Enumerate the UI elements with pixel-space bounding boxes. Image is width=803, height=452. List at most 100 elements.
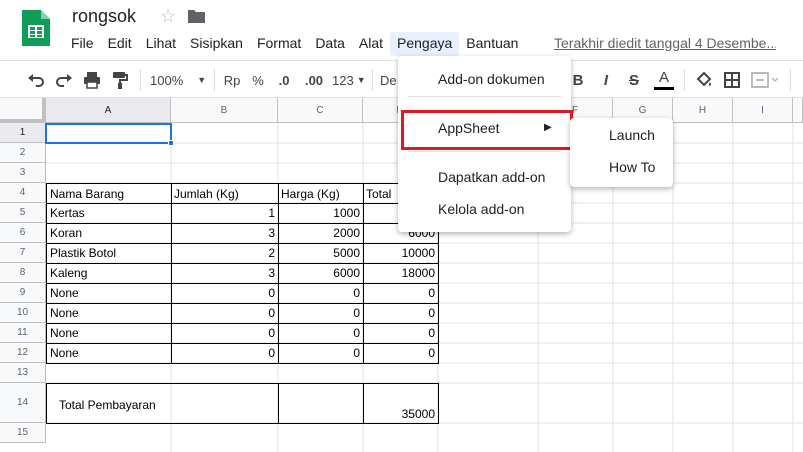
row-header-13[interactable]: 13 bbox=[0, 363, 46, 383]
folder-icon[interactable] bbox=[188, 9, 205, 23]
row-header-2[interactable]: 2 bbox=[0, 143, 46, 163]
highlight-box bbox=[401, 110, 573, 150]
table-cell[interactable]: 1000 bbox=[278, 203, 364, 224]
redo-icon[interactable] bbox=[54, 70, 74, 90]
font-select[interactable]: De bbox=[380, 70, 398, 90]
star-icon[interactable]: ☆ bbox=[160, 6, 176, 27]
percent-format-button[interactable]: % bbox=[250, 70, 266, 90]
table-cell[interactable]: 0 bbox=[171, 323, 279, 344]
menu-file[interactable]: File bbox=[64, 32, 101, 56]
row-header-14[interactable]: 14 bbox=[0, 383, 46, 423]
row-header-9[interactable]: 9 bbox=[0, 283, 46, 303]
table-cell[interactable]: 0 bbox=[278, 323, 364, 344]
menu-item-manage-addons[interactable]: Kelola add-on bbox=[438, 201, 524, 217]
table-cell[interactable]: 3 bbox=[171, 263, 279, 284]
last-edit-link[interactable]: Terakhir diedit tanggal 4 Desembe... bbox=[554, 35, 776, 51]
menu-data[interactable]: Data bbox=[308, 32, 352, 56]
fill-color-icon[interactable] bbox=[694, 70, 714, 90]
table-cell[interactable]: None bbox=[46, 323, 172, 344]
menu-edit[interactable]: Edit bbox=[101, 32, 139, 56]
table-cell[interactable]: 0 bbox=[363, 283, 439, 304]
select-all-corner[interactable] bbox=[0, 98, 46, 123]
row-header-15[interactable]: 15 bbox=[0, 423, 46, 443]
zoom-select[interactable]: 100% ▼ bbox=[150, 70, 206, 90]
table-cell[interactable]: 0 bbox=[171, 303, 279, 324]
table-cell[interactable]: 0 bbox=[363, 303, 439, 324]
table-header-cell[interactable]: Harga (Kg) bbox=[278, 183, 364, 204]
merge-cells-icon[interactable] bbox=[750, 70, 780, 90]
table-cell[interactable]: 0 bbox=[278, 343, 364, 364]
menu-view[interactable]: Lihat bbox=[139, 32, 183, 56]
total-label-cell[interactable]: Total Pembayaran bbox=[46, 383, 279, 424]
menu-item-addon-documents[interactable]: Add-on dokumen bbox=[438, 71, 545, 87]
google-sheets-icon[interactable] bbox=[20, 8, 52, 48]
row-header-8[interactable]: 8 bbox=[0, 263, 46, 283]
text-color-button[interactable]: A bbox=[652, 70, 676, 90]
table-cell[interactable]: 10000 bbox=[363, 243, 439, 264]
table-cell[interactable]: 0 bbox=[171, 343, 279, 364]
menu-help[interactable]: Bantuan bbox=[459, 32, 525, 56]
row-header-12[interactable]: 12 bbox=[0, 343, 46, 363]
decrease-decimal-button[interactable]: .0 bbox=[274, 70, 294, 90]
table-cell[interactable]: Plastik Botol bbox=[46, 243, 172, 264]
menu-tools[interactable]: Alat bbox=[352, 32, 390, 56]
table-cell[interactable]: 0 bbox=[278, 303, 364, 324]
table-cell[interactable]: 1 bbox=[171, 203, 279, 224]
row-header-5[interactable]: 5 bbox=[0, 203, 46, 223]
table-cell[interactable]: None bbox=[46, 303, 172, 324]
column-header-h[interactable]: H bbox=[673, 98, 733, 123]
currency-format-button[interactable]: Rp bbox=[222, 70, 242, 90]
fill-handle[interactable] bbox=[168, 140, 174, 146]
menu-format[interactable]: Format bbox=[250, 32, 308, 56]
column-header-j[interactable] bbox=[793, 98, 803, 123]
table-header-cell[interactable]: Jumlah (Kg) bbox=[171, 183, 279, 204]
table-cell[interactable]: None bbox=[46, 343, 172, 364]
toolbar-divider bbox=[372, 69, 373, 91]
menu-item-get-addons[interactable]: Dapatkan add-on bbox=[438, 169, 545, 185]
table-cell[interactable]: Kaleng bbox=[46, 263, 172, 284]
row-header-6[interactable]: 6 bbox=[0, 223, 46, 243]
undo-icon[interactable] bbox=[26, 70, 46, 90]
table-cell[interactable]: 0 bbox=[171, 283, 279, 304]
table-cell[interactable]: 2000 bbox=[278, 223, 364, 244]
menu-item-launch[interactable]: Launch bbox=[609, 127, 655, 143]
table-cell[interactable]: 6000 bbox=[278, 263, 364, 284]
table-cell[interactable]: None bbox=[46, 283, 172, 304]
table-cell[interactable]: 2 bbox=[171, 243, 279, 264]
more-formats-button[interactable]: 123 ▼ bbox=[332, 70, 366, 90]
column-header-c[interactable]: C bbox=[278, 98, 363, 123]
table-cell[interactable]: 5000 bbox=[278, 243, 364, 264]
strikethrough-button[interactable]: S bbox=[625, 70, 643, 90]
selected-cell-a1[interactable] bbox=[45, 123, 172, 144]
table-cell[interactable]: Koran bbox=[46, 223, 172, 244]
column-header-b[interactable]: B bbox=[171, 98, 278, 123]
italic-icon[interactable]: I bbox=[598, 70, 614, 90]
table-cell[interactable]: 0 bbox=[363, 323, 439, 344]
menu-addons[interactable]: Pengaya bbox=[390, 32, 460, 56]
text-color-swatch bbox=[654, 86, 674, 90]
row-header-3[interactable]: 3 bbox=[0, 163, 46, 183]
row-header-4[interactable]: 4 bbox=[0, 183, 46, 203]
document-title[interactable]: rongsok bbox=[72, 6, 136, 27]
borders-icon[interactable] bbox=[722, 70, 742, 90]
menu-item-how-to[interactable]: How To bbox=[609, 159, 655, 175]
row-header-10[interactable]: 10 bbox=[0, 303, 46, 323]
table-cell[interactable]: 18000 bbox=[363, 263, 439, 284]
row-header-7[interactable]: 7 bbox=[0, 243, 46, 263]
print-icon[interactable] bbox=[82, 70, 102, 90]
table-header-cell[interactable]: Nama Barang bbox=[46, 183, 172, 204]
total-value-cell[interactable]: 35000 bbox=[363, 383, 439, 424]
table-cell[interactable]: 0 bbox=[363, 343, 439, 364]
paint-format-icon[interactable] bbox=[110, 70, 130, 90]
row-header-1[interactable]: 1 bbox=[0, 123, 46, 143]
total-empty-cell[interactable] bbox=[278, 383, 364, 424]
bold-button[interactable]: B bbox=[570, 70, 586, 90]
column-header-a[interactable]: A bbox=[46, 98, 171, 123]
row-header-11[interactable]: 11 bbox=[0, 323, 46, 343]
table-cell[interactable]: 3 bbox=[171, 223, 279, 244]
menu-insert[interactable]: Sisipkan bbox=[183, 32, 250, 56]
column-header-i[interactable]: I bbox=[733, 98, 793, 123]
table-cell[interactable]: Kertas bbox=[46, 203, 172, 224]
table-cell[interactable]: 0 bbox=[278, 283, 364, 304]
increase-decimal-button[interactable]: .00 bbox=[302, 70, 326, 90]
